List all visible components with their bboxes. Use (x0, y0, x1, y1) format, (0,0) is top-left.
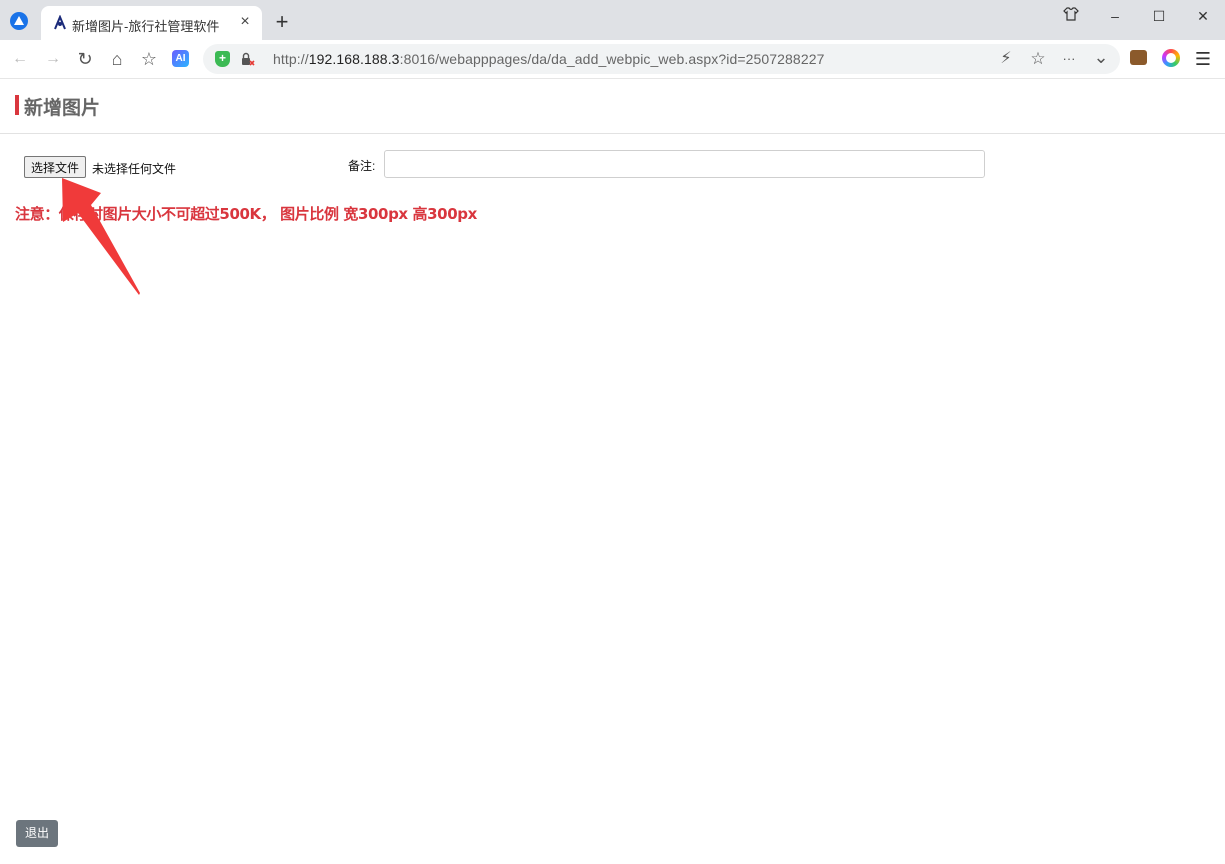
chevron-down-icon[interactable]: ⌄ (1091, 47, 1111, 67)
browser-toolbar: ← → ↻ ⌂ ☆ AI + http://192.168.188.3:8016… (0, 40, 1225, 79)
toolbox-icon[interactable] (1130, 50, 1147, 65)
file-status-text: 未选择任何文件 (92, 162, 177, 176)
favorites-icon[interactable]: ☆ (139, 49, 159, 69)
page-title: 新增图片 (24, 97, 101, 119)
title-accent-bar (15, 95, 19, 115)
new-tab-button[interactable]: + (272, 11, 292, 33)
page-header: 新增图片 (0, 78, 1225, 134)
tab-active[interactable]: 新增图片-旅行社管理软件 × (41, 6, 262, 40)
extension-ring-icon[interactable] (1162, 49, 1180, 67)
url-host: 192.168.188.3 (308, 51, 400, 67)
insecure-lock-icon[interactable] (241, 52, 255, 66)
address-bar[interactable]: + http://192.168.188.3:8016/webapppages/… (203, 44, 1120, 74)
security-shield-icon[interactable]: + (215, 51, 230, 67)
window-close-button[interactable]: ✕ (1191, 6, 1215, 26)
site-favicon-icon (54, 15, 66, 30)
url-path: :8016/webapppages/da/da_add_webpic_web.a… (399, 51, 825, 67)
more-icon[interactable]: ··· (1059, 49, 1079, 69)
minimize-button[interactable]: – (1103, 6, 1127, 26)
url-scheme: http:// (273, 51, 309, 67)
exit-button[interactable]: 退出 (16, 820, 58, 847)
bookmark-star-icon[interactable]: ☆ (1028, 49, 1048, 69)
back-icon[interactable]: ← (10, 49, 30, 69)
url-text[interactable]: http://192.168.188.3:8016/webapppages/da… (273, 51, 824, 67)
reload-icon[interactable]: ↻ (75, 49, 95, 69)
browser-tabbar: 新增图片-旅行社管理软件 × + – ☐ ✕ (0, 0, 1225, 40)
browser-logo-icon[interactable] (10, 12, 28, 30)
skin-icon[interactable] (1059, 6, 1083, 26)
forward-icon[interactable]: → (43, 49, 63, 69)
flash-icon[interactable]: ⚡ (996, 49, 1016, 69)
ai-assistant-icon[interactable]: AI (172, 50, 189, 67)
choose-file-button[interactable]: 选择文件 (24, 156, 86, 178)
remark-input[interactable] (384, 150, 985, 178)
upload-notice: 注意：保存时图片大小不可超过500K， 图片比例 宽300px 高300px (15, 205, 477, 223)
menu-icon[interactable]: ☰ (1193, 49, 1213, 69)
tab-close-icon[interactable]: × (237, 14, 253, 30)
tab-title: 新增图片-旅行社管理软件 (72, 19, 220, 34)
maximize-button[interactable]: ☐ (1147, 6, 1171, 26)
remark-label: 备注: (348, 159, 376, 173)
home-icon[interactable]: ⌂ (107, 49, 127, 69)
